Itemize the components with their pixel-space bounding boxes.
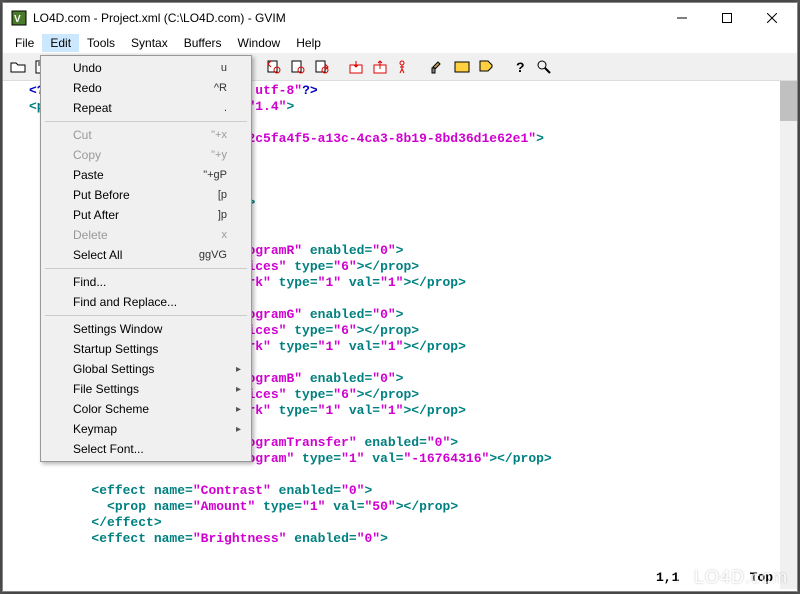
run-script-icon[interactable] [393, 56, 415, 78]
titlebar[interactable]: V LO4D.com - Project.xml (C:\LO4D.com) -… [3, 3, 797, 33]
find-icon[interactable] [287, 56, 309, 78]
menu-item-select-font[interactable]: Select Font... [43, 439, 249, 459]
submenu-arrow-icon: ▸ [236, 364, 241, 375]
menu-item-delete: Deletex [43, 225, 249, 245]
maximize-button[interactable] [704, 4, 749, 33]
menu-item-select-all[interactable]: Select AllggVG [43, 245, 249, 265]
submenu-arrow-icon: ▸ [236, 404, 241, 415]
app-icon: V [11, 10, 27, 26]
menu-item-global-settings[interactable]: Global Settings▸ [43, 359, 249, 379]
menu-tools[interactable]: Tools [79, 34, 123, 52]
shell-icon[interactable] [451, 56, 473, 78]
menu-item-file-settings[interactable]: File Settings▸ [43, 379, 249, 399]
find-help-icon[interactable] [533, 56, 555, 78]
menu-separator [45, 121, 247, 122]
menu-window[interactable]: Window [230, 34, 289, 52]
menu-item-put-before[interactable]: Put Before[p [43, 185, 249, 205]
menu-item-paste[interactable]: Paste"+gP [43, 165, 249, 185]
menu-item-color-scheme[interactable]: Color Scheme▸ [43, 399, 249, 419]
menu-item-cut: Cut"+x [43, 125, 249, 145]
menu-item-put-after[interactable]: Put After]p [43, 205, 249, 225]
vertical-scrollbar[interactable] [780, 81, 797, 589]
edit-menu-dropdown: UndouRedo^RRepeat. Cut"+xCopy"+yPaste"+gP… [40, 55, 252, 462]
menu-separator [45, 268, 247, 269]
close-button[interactable] [749, 4, 795, 33]
submenu-arrow-icon: ▸ [236, 384, 241, 395]
menu-buffers[interactable]: Buffers [176, 34, 230, 52]
menu-file[interactable]: File [7, 34, 42, 52]
tags-icon[interactable] [475, 56, 497, 78]
menu-item-find-and-replace[interactable]: Find and Replace... [43, 292, 249, 312]
menu-item-undo[interactable]: Undou [43, 58, 249, 78]
minimize-button[interactable] [659, 4, 704, 33]
menu-item-redo[interactable]: Redo^R [43, 78, 249, 98]
help-icon[interactable]: ? [509, 56, 531, 78]
menu-edit[interactable]: Edit [42, 34, 79, 52]
watermark: ↓ LO4D.com [668, 567, 788, 588]
submenu-arrow-icon: ▸ [236, 424, 241, 435]
watermark-text: LO4D.com [694, 567, 788, 588]
window-title: LO4D.com - Project.xml (C:\LO4D.com) - G… [33, 11, 659, 25]
menu-item-settings-window[interactable]: Settings Window [43, 319, 249, 339]
menu-item-keymap[interactable]: Keymap▸ [43, 419, 249, 439]
make-icon[interactable] [427, 56, 449, 78]
session-load-icon[interactable] [345, 56, 367, 78]
scroll-thumb[interactable] [780, 81, 797, 121]
svg-text:?: ? [516, 59, 525, 75]
download-icon: ↓ [668, 568, 688, 588]
menubar: FileEditToolsSyntaxBuffersWindowHelp [3, 33, 797, 53]
open-icon[interactable] [7, 56, 29, 78]
menu-syntax[interactable]: Syntax [123, 34, 176, 52]
menu-item-repeat[interactable]: Repeat. [43, 98, 249, 118]
menu-item-copy: Copy"+y [43, 145, 249, 165]
svg-text:V: V [14, 14, 21, 25]
find-next-icon[interactable] [311, 56, 333, 78]
gvim-window: V LO4D.com - Project.xml (C:\LO4D.com) -… [2, 2, 798, 592]
menu-item-find[interactable]: Find... [43, 272, 249, 292]
menu-help[interactable]: Help [288, 34, 329, 52]
session-save-icon[interactable] [369, 56, 391, 78]
find-prev-icon[interactable] [263, 56, 285, 78]
menu-separator [45, 315, 247, 316]
menu-item-startup-settings[interactable]: Startup Settings [43, 339, 249, 359]
